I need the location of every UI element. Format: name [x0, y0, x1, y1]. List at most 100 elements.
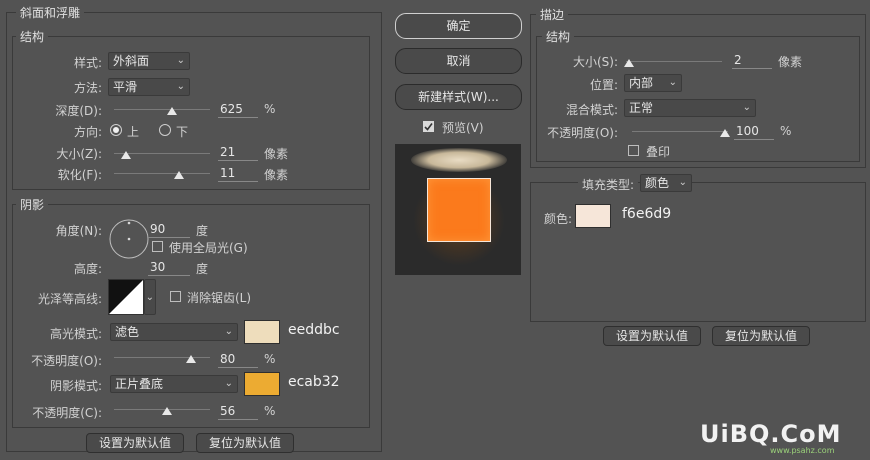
shading-title: 阴影: [16, 196, 49, 213]
stroke-opacity-slider-thumb[interactable]: [720, 129, 730, 137]
direction-down-radio[interactable]: [159, 124, 171, 136]
shadow-opacity-slider-thumb[interactable]: [162, 407, 172, 415]
new-style-button[interactable]: 新建样式(W)...: [395, 84, 522, 110]
size-input[interactable]: 21: [218, 145, 258, 161]
altitude-input[interactable]: 30: [148, 260, 190, 276]
stroke-title: 描边: [536, 6, 569, 23]
stroke-opacity-input[interactable]: 100: [734, 124, 774, 140]
shadow-mode-select[interactable]: 正片叠底 ⌄: [110, 375, 238, 393]
style-select[interactable]: 外斜面 ⌄: [108, 52, 190, 70]
shadow-mode-value: 正片叠底: [115, 377, 164, 391]
chevron-down-icon: ⌄: [678, 177, 687, 188]
stroke-reset-default-button[interactable]: 复位为默认值: [712, 326, 810, 346]
altitude-unit: 度: [196, 262, 209, 276]
chevron-down-icon: ⌄: [176, 81, 185, 92]
stroke-blend-value: 正常: [629, 101, 654, 115]
highlight-opacity-slider-thumb[interactable]: [186, 355, 196, 363]
stroke-set-default-button[interactable]: 设置为默认值: [603, 326, 701, 346]
size-label: 大小(Z):: [56, 147, 102, 161]
watermark-url: www.psahz.com: [770, 446, 835, 455]
stroke-color-hex: f6e6d9: [622, 206, 672, 222]
antialias-checkbox[interactable]: [170, 291, 181, 302]
fill-type-value: 颜色: [645, 176, 670, 190]
chevron-down-icon: ⌄: [668, 77, 677, 88]
bevel-reset-default-button[interactable]: 复位为默认值: [196, 433, 294, 453]
stroke-structure-title: 结构: [542, 28, 575, 45]
highlight-color-swatch[interactable]: [244, 320, 280, 344]
size-unit: 像素: [264, 147, 289, 161]
chevron-down-icon: ⌄: [742, 102, 751, 113]
fill-type-select[interactable]: 颜色 ⌄: [640, 174, 692, 192]
highlight-mode-value: 滤色: [115, 325, 140, 339]
overprint-checkbox[interactable]: [628, 145, 639, 156]
soften-label: 软化(F):: [57, 168, 102, 182]
preview-checkbox[interactable]: [423, 121, 434, 132]
global-light-checkbox[interactable]: [152, 241, 163, 252]
gloss-contour-dropdown[interactable]: ⌄: [144, 279, 156, 315]
shadow-color-hex: ecab32: [288, 374, 340, 390]
preview-square: [427, 178, 491, 242]
bevel-structure-title: 结构: [16, 28, 49, 45]
shadow-mode-label: 阴影模式:: [49, 379, 102, 393]
fill-type-label: 填充类型:: [578, 176, 639, 193]
cancel-button[interactable]: 取消: [395, 48, 522, 74]
soften-slider-track[interactable]: [114, 173, 210, 174]
depth-slider-track[interactable]: [114, 109, 210, 110]
stroke-position-value: 内部: [629, 76, 654, 90]
stroke-color-swatch[interactable]: [575, 204, 611, 228]
stroke-opacity-label: 不透明度(O):: [547, 126, 618, 140]
angle-unit: 度: [196, 224, 209, 238]
stroke-size-slider-thumb[interactable]: [624, 59, 634, 67]
stroke-position-label: 位置:: [589, 78, 618, 92]
angle-dial[interactable]: [108, 218, 150, 260]
highlight-color-hex: eeddbc: [288, 322, 340, 338]
gloss-contour-thumbnail[interactable]: [108, 279, 144, 315]
global-light-label[interactable]: 使用全局光(G): [169, 239, 248, 256]
stroke-blend-label: 混合模式:: [565, 103, 618, 117]
chevron-down-icon: ⌄: [176, 55, 185, 66]
altitude-label: 高度:: [73, 262, 102, 276]
technique-select[interactable]: 平滑 ⌄: [108, 78, 190, 96]
ok-button[interactable]: 确定: [395, 13, 522, 39]
gloss-contour-label: 光泽等高线:: [37, 292, 102, 306]
shadow-color-swatch[interactable]: [244, 372, 280, 396]
antialias-label[interactable]: 消除锯齿(L): [187, 289, 251, 306]
direction-up-label[interactable]: 上: [127, 123, 139, 140]
stroke-size-label: 大小(S):: [572, 55, 618, 69]
stroke-position-select[interactable]: 内部 ⌄: [624, 74, 682, 92]
stroke-size-slider-track[interactable]: [626, 61, 722, 62]
highlight-opacity-input[interactable]: 80: [218, 352, 258, 368]
angle-input[interactable]: 90: [148, 222, 190, 238]
highlight-opacity-label: 不透明度(O):: [31, 354, 102, 368]
direction-label: 方向:: [73, 125, 102, 139]
preview-glow: [411, 148, 507, 172]
chevron-down-icon: ⌄: [224, 378, 233, 389]
fill-type-panel: [530, 182, 866, 322]
depth-unit: %: [264, 102, 276, 116]
shadow-opacity-label: 不透明度(C):: [32, 406, 102, 420]
soften-input[interactable]: 11: [218, 166, 258, 182]
technique-select-value: 平滑: [113, 80, 138, 94]
depth-label: 深度(D):: [55, 104, 102, 118]
direction-up-radio[interactable]: [110, 124, 122, 136]
bevel-emboss-title: 斜面和浮雕: [16, 4, 85, 21]
depth-slider-thumb[interactable]: [167, 107, 177, 115]
highlight-opacity-unit: %: [264, 352, 276, 366]
style-label: 样式:: [73, 56, 102, 70]
direction-down-label[interactable]: 下: [176, 123, 188, 140]
bevel-set-default-button[interactable]: 设置为默认值: [86, 433, 184, 453]
depth-input[interactable]: 625: [218, 102, 258, 118]
stroke-blend-select[interactable]: 正常 ⌄: [624, 99, 756, 117]
overprint-label[interactable]: 叠印: [646, 143, 670, 160]
soften-slider-thumb[interactable]: [174, 171, 184, 179]
chevron-down-icon: ⌄: [224, 326, 233, 337]
shadow-opacity-input[interactable]: 56: [218, 404, 258, 420]
stroke-opacity-slider-track[interactable]: [632, 131, 728, 132]
stroke-size-input[interactable]: 2: [732, 53, 772, 69]
size-slider-thumb[interactable]: [121, 151, 131, 159]
highlight-mode-select[interactable]: 滤色 ⌄: [110, 323, 238, 341]
watermark-logo: UiBQ.CoM: [700, 420, 842, 448]
shadow-opacity-unit: %: [264, 404, 276, 418]
preview-label[interactable]: 预览(V): [442, 119, 484, 136]
technique-label: 方法:: [73, 81, 102, 95]
